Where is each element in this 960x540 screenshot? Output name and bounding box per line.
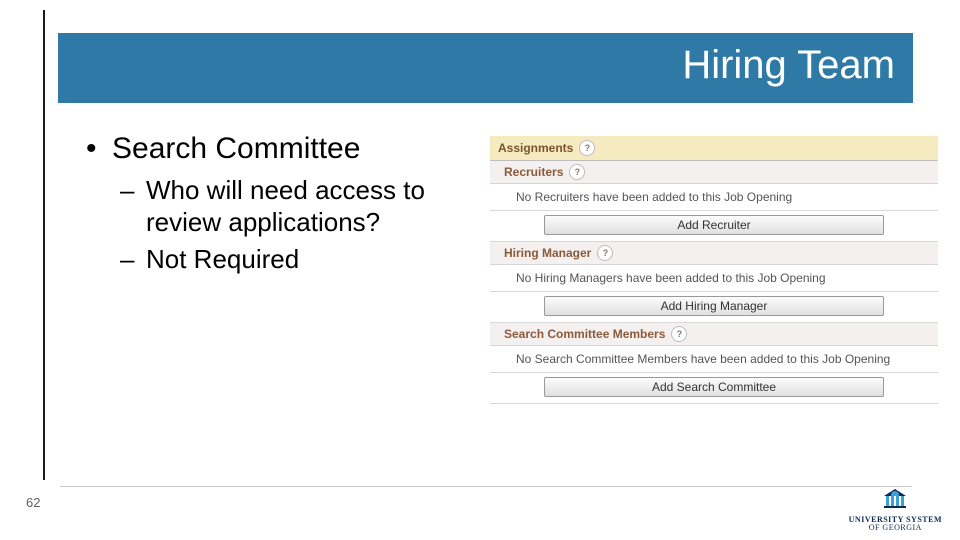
bullet-level2-item: Who will need access to review applicati…	[120, 174, 470, 239]
search-committee-empty-text: No Search Committee Members have been ad…	[490, 346, 938, 373]
help-icon[interactable]: ?	[671, 326, 687, 342]
help-icon[interactable]: ?	[569, 164, 585, 180]
add-recruiter-button[interactable]: Add Recruiter	[544, 215, 884, 235]
logo-line-2: OF GEORGIA	[849, 524, 942, 532]
panel-subheader-recruiters: Recruiters ?	[490, 161, 938, 184]
hiring-manager-button-row: Add Hiring Manager	[490, 292, 938, 323]
help-icon[interactable]: ?	[597, 245, 613, 261]
panel-header-label: Assignments	[498, 141, 573, 155]
bullet-content: Search Committee Who will need access to…	[80, 130, 470, 279]
subheader-label: Hiring Manager	[504, 246, 591, 260]
help-icon[interactable]: ?	[579, 140, 595, 156]
hiring-manager-empty-text: No Hiring Managers have been added to th…	[490, 265, 938, 292]
panel-header-assignments: Assignments ?	[490, 136, 938, 161]
slide: Hiring Team Search Committee Who will ne…	[0, 0, 960, 540]
search-committee-button-row: Add Search Committee	[490, 373, 938, 404]
slide-title: Hiring Team	[682, 43, 895, 88]
recruiters-button-row: Add Recruiter	[490, 211, 938, 242]
add-hiring-manager-button[interactable]: Add Hiring Manager	[544, 296, 884, 316]
bullet-level2-item: Not Required	[120, 243, 470, 276]
subheader-label: Search Committee Members	[504, 327, 665, 341]
title-bar: Hiring Team	[58, 33, 913, 103]
subheader-label: Recruiters	[504, 165, 563, 179]
page-number: 62	[26, 495, 40, 510]
recruiters-empty-text: No Recruiters have been added to this Jo…	[490, 184, 938, 211]
bottom-rule	[60, 486, 912, 487]
usg-logo: UNIVERSITY SYSTEM OF GEORGIA	[849, 488, 942, 532]
assignments-panel: Assignments ? Recruiters ? No Recruiters…	[490, 136, 938, 404]
add-search-committee-button[interactable]: Add Search Committee	[544, 377, 884, 397]
bullet-level1: Search Committee	[80, 130, 470, 168]
panel-subheader-search-committee: Search Committee Members ?	[490, 323, 938, 346]
usg-logo-icon	[882, 488, 908, 510]
panel-subheader-hiring-manager: Hiring Manager ?	[490, 242, 938, 265]
left-rule	[43, 10, 45, 480]
